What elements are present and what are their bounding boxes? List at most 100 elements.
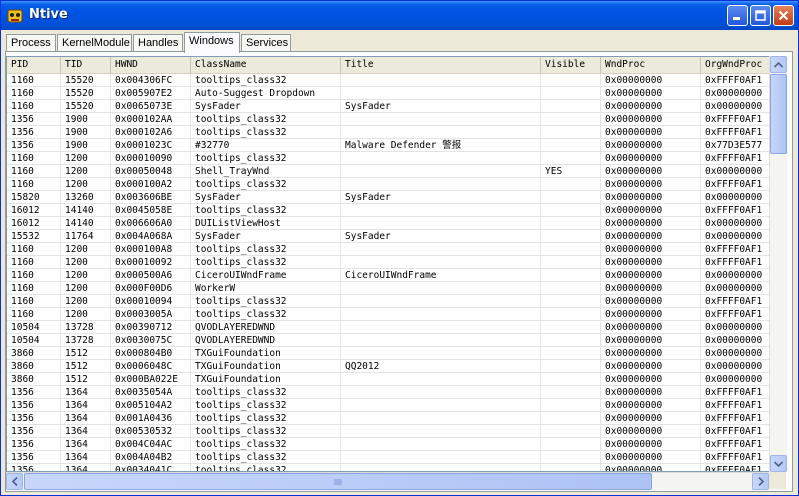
- table-row[interactable]: 1160 1200 0x000100A2 tooltips_class32 0x0000…: [7, 178, 769, 191]
- cell-classname: tooltips_class32: [191, 425, 341, 438]
- table-row[interactable]: 16012 14140 0x006606A0 DUIListViewHost 0x000…: [7, 217, 769, 230]
- maximize-button[interactable]: [750, 5, 771, 26]
- scroll-right-button[interactable]: [752, 473, 769, 490]
- table-row[interactable]: 1356 1900 0x0001023C #32770 Malware Defender…: [7, 139, 769, 152]
- tab-process[interactable]: Process: [6, 34, 56, 51]
- cell-visible: [541, 360, 601, 373]
- table-row[interactable]: 1356 1364 0x001A0436 tooltips_class32 0x0000…: [7, 412, 769, 425]
- cell-hwnd: 0x000BA022E: [111, 373, 191, 386]
- cell-orgwndproc: 0x00000000: [701, 334, 769, 347]
- windows-list[interactable]: PID TID HWND ClassName Title Visible WndProc Or…: [6, 56, 770, 472]
- tab-services[interactable]: Services: [241, 34, 291, 51]
- vertical-scroll-thumb[interactable]: [770, 74, 787, 154]
- cell-classname: tooltips_class32: [191, 113, 341, 126]
- cell-classname: tooltips_class32: [191, 204, 341, 217]
- scroll-up-button[interactable]: [770, 56, 787, 73]
- table-row[interactable]: 1160 1200 0x0003005A tooltips_class32 0x0000…: [7, 308, 769, 321]
- table-row[interactable]: 3860 1512 0x0006048C TXGuiFoundation QQ2012 0…: [7, 360, 769, 373]
- table-row[interactable]: 1356 1364 0x005104A2 tooltips_class32 0x0000…: [7, 399, 769, 412]
- scroll-down-button[interactable]: [770, 455, 787, 472]
- scrollbar-corner: [769, 472, 786, 489]
- table-row[interactable]: 10504 13728 0x0030075C QVODLAYEREDWND 0x0000…: [7, 334, 769, 347]
- grip-icon: [334, 478, 342, 485]
- horizontal-scrollbar[interactable]: [6, 472, 769, 490]
- table-row[interactable]: 1356 1364 0x0035054A tooltips_class32 0x0000…: [7, 386, 769, 399]
- cell-title: [341, 256, 541, 269]
- cell-classname: tooltips_class32: [191, 438, 341, 451]
- table-row[interactable]: 1160 1200 0x00010094 tooltips_class32 0x0000…: [7, 295, 769, 308]
- cell-tid: 14140: [61, 217, 111, 230]
- cell-wndproc: 0x00000000: [601, 217, 701, 230]
- table-row[interactable]: 1160 15520 0x005907E2 Auto-Suggest Dropdown…: [7, 87, 769, 100]
- tab-kernelmodule[interactable]: KernelModule: [57, 34, 132, 51]
- app-icon[interactable]: [7, 8, 23, 24]
- cell-title: [341, 334, 541, 347]
- cell-hwnd: 0x00010092: [111, 256, 191, 269]
- cell-orgwndproc: 0x00000000: [701, 321, 769, 334]
- cell-pid: 1160: [7, 74, 61, 87]
- cell-orgwndproc: 0x00000000: [701, 269, 769, 282]
- cell-wndproc: 0x00000000: [601, 438, 701, 451]
- cell-orgwndproc: 0xFFFF0AF1: [701, 386, 769, 399]
- maximize-icon: [755, 10, 766, 21]
- tab-handles[interactable]: Handles: [133, 34, 183, 51]
- table-row[interactable]: 1160 15520 0x0065073E SysFader SysFader 0x000…: [7, 100, 769, 113]
- cell-orgwndproc: 0xFFFF0AF1: [701, 74, 769, 87]
- table-row[interactable]: 1160 1200 0x000500A6 CiceroUIWndFrame Cicero…: [7, 269, 769, 282]
- cell-classname: tooltips_class32: [191, 295, 341, 308]
- table-row[interactable]: 1356 1900 0x000102AA tooltips_class32 0x0000…: [7, 113, 769, 126]
- vertical-scrollbar[interactable]: [769, 56, 787, 472]
- cell-visible: [541, 178, 601, 191]
- cell-tid: 1200: [61, 282, 111, 295]
- cell-wndproc: 0x00000000: [601, 425, 701, 438]
- cell-hwnd: 0x0006048C: [111, 360, 191, 373]
- column-header-tid[interactable]: TID: [61, 57, 111, 73]
- table-row[interactable]: 1160 1200 0x000F00D6 WorkerW 0x00000000 0x000…: [7, 282, 769, 295]
- column-header-title[interactable]: Title: [341, 57, 541, 73]
- cell-pid: 16012: [7, 204, 61, 217]
- table-row[interactable]: 15820 13260 0x003606BE SysFader SysFader 0x00…: [7, 191, 769, 204]
- table-row[interactable]: 10504 13728 0x00390712 QVODLAYEREDWND 0x0000…: [7, 321, 769, 334]
- table-row[interactable]: 1356 1364 0x0034041C tooltips_class32 0x0000…: [7, 464, 769, 471]
- table-row[interactable]: 3860 1512 0x000804B0 TXGuiFoundation 0x00000…: [7, 347, 769, 360]
- cell-orgwndproc: 0x00000000: [701, 100, 769, 113]
- column-header-pid[interactable]: PID: [7, 57, 61, 73]
- table-row[interactable]: 3860 1512 0x000BA022E TXGuiFoundation 0x0000…: [7, 373, 769, 386]
- column-header-classname[interactable]: ClassName: [191, 57, 341, 73]
- title-bar[interactable]: Ntive: [1, 1, 798, 30]
- column-header-orgwndproc[interactable]: OrgWndProc: [701, 57, 769, 73]
- scroll-left-button[interactable]: [6, 473, 23, 490]
- table-row[interactable]: 1160 1200 0x00050048 Shell_TrayWnd YES 0x0000…: [7, 165, 769, 178]
- cell-wndproc: 0x00000000: [601, 178, 701, 191]
- minimize-button[interactable]: [727, 5, 748, 26]
- cell-visible: [541, 126, 601, 139]
- table-row[interactable]: 1160 1200 0x000100A8 tooltips_class32 0x0000…: [7, 243, 769, 256]
- cell-tid: 1200: [61, 165, 111, 178]
- cell-visible: [541, 438, 601, 451]
- cell-title: [341, 451, 541, 464]
- cell-visible: [541, 230, 601, 243]
- cell-orgwndproc: 0xFFFF0AF1: [701, 243, 769, 256]
- cell-wndproc: 0x00000000: [601, 464, 701, 471]
- column-header-hwnd[interactable]: HWND: [111, 57, 191, 73]
- cell-tid: 11764: [61, 230, 111, 243]
- cell-pid: 1160: [7, 256, 61, 269]
- table-row[interactable]: 1160 1200 0x00010092 tooltips_class32 0x0000…: [7, 256, 769, 269]
- table-row[interactable]: 16012 14140 0x0045058E tooltips_class32 0x00…: [7, 204, 769, 217]
- close-button[interactable]: [773, 5, 794, 26]
- table-row[interactable]: 1356 1900 0x000102A6 tooltips_class32 0x0000…: [7, 126, 769, 139]
- column-header-wndproc[interactable]: WndProc: [601, 57, 701, 73]
- tab-windows[interactable]: Windows: [184, 32, 240, 53]
- cell-orgwndproc: 0x77D3E577: [701, 139, 769, 152]
- table-row[interactable]: 1160 1200 0x00010090 tooltips_class32 0x0000…: [7, 152, 769, 165]
- cell-orgwndproc: 0xFFFF0AF1: [701, 308, 769, 321]
- column-header-visible[interactable]: Visible: [541, 57, 601, 73]
- table-row[interactable]: 15532 11764 0x004A068A SysFader SysFader 0x00…: [7, 230, 769, 243]
- cell-wndproc: 0x00000000: [601, 165, 701, 178]
- table-row[interactable]: 1356 1364 0x004A04B2 tooltips_class32 0x0000…: [7, 451, 769, 464]
- cell-wndproc: 0x00000000: [601, 321, 701, 334]
- horizontal-scroll-thumb[interactable]: [24, 473, 652, 490]
- table-row[interactable]: 1356 1364 0x004C04AC tooltips_class32 0x0000…: [7, 438, 769, 451]
- table-row[interactable]: 1160 15520 0x004306FC tooltips_class32 0x000…: [7, 74, 769, 87]
- table-row[interactable]: 1356 1364 0x00530532 tooltips_class32 0x0000…: [7, 425, 769, 438]
